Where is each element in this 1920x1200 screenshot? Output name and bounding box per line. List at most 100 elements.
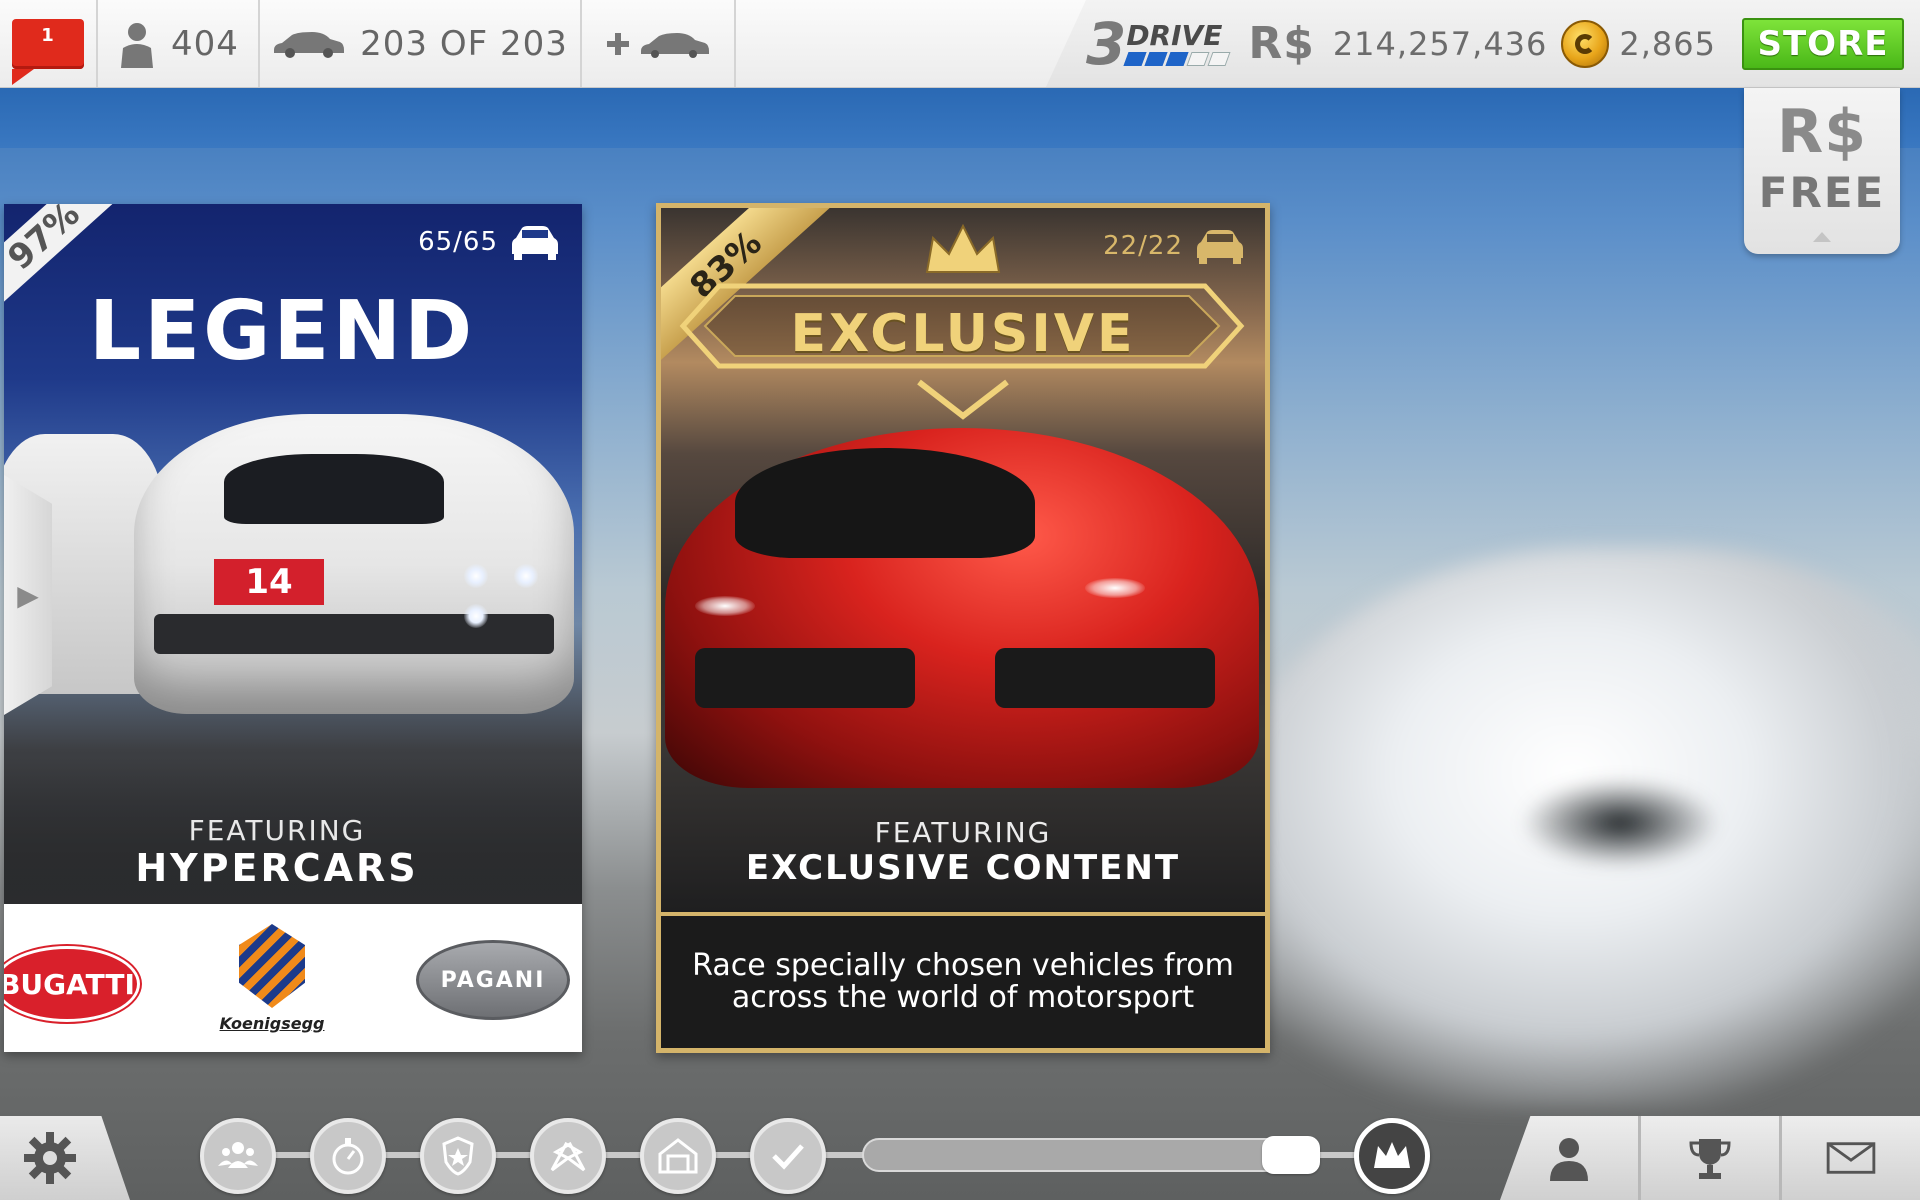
exclusive-car-count: 22/22	[1103, 228, 1245, 264]
tier-node-time-trial[interactable]	[310, 1118, 386, 1194]
exclusive-title: EXCLUSIVE	[790, 304, 1136, 364]
gold-coin-icon	[1561, 19, 1610, 68]
legend-car-count-value: 65/65	[418, 227, 498, 257]
bugatti-logo: BUGATTI	[4, 946, 140, 1022]
tier-node-race-flags[interactable]	[530, 1118, 606, 1194]
pagani-logo: PAGANI	[416, 940, 570, 1020]
drive-logo-word: DRIVE	[1126, 18, 1223, 52]
profile-button[interactable]	[1500, 1116, 1638, 1200]
koenigsegg-name: Koenigsegg	[219, 1014, 325, 1033]
drive-bar	[1186, 51, 1210, 66]
crown-icon	[1374, 1142, 1410, 1168]
garage-icon	[658, 1138, 698, 1174]
drive-logo-number: 3	[1085, 9, 1126, 78]
exclusive-car-image	[665, 428, 1259, 788]
store-button[interactable]: STORE	[1742, 17, 1904, 70]
car-lamp	[464, 564, 488, 588]
free-rs-currency: R$	[1777, 97, 1867, 167]
legend-series-card[interactable]: 14 97% 65/65 LEGEND FEATURING HYPERCARS …	[4, 204, 582, 1052]
exclusive-featuring-label: FEATURING	[874, 816, 1052, 849]
cars-owned-button[interactable]: 203 OF 203	[260, 0, 582, 87]
person-icon	[1550, 1138, 1588, 1181]
notification-count: 1	[41, 24, 55, 46]
scroll-left-tab[interactable]: ▶	[4, 475, 52, 715]
car-grill	[154, 614, 554, 654]
trophy-icon	[1689, 1139, 1731, 1179]
car-headlight	[695, 596, 755, 616]
chevron-down-icon	[917, 379, 1009, 420]
background-car-headlight	[1520, 778, 1720, 868]
shield-star-icon	[442, 1136, 474, 1176]
settings-button[interactable]	[0, 1116, 130, 1200]
tier-node-garage[interactable]	[640, 1118, 716, 1194]
tier-node-check[interactable]	[750, 1118, 826, 1194]
car-vent	[695, 648, 915, 708]
mail-button[interactable]	[1779, 1116, 1920, 1200]
drive-logo[interactable]: 3 DRIVE	[1085, 9, 1231, 78]
notification-flag-icon: 1	[12, 18, 84, 85]
drive-bar	[1144, 51, 1168, 66]
legend-title: LEGEND	[88, 284, 476, 379]
rs-balance: 214,257,436	[1332, 24, 1548, 63]
bottom-bar	[0, 1112, 1920, 1200]
drive-bar	[1207, 51, 1231, 66]
stopwatch-icon	[332, 1138, 364, 1175]
tier-node-community[interactable]	[200, 1118, 276, 1194]
drive-meter	[1123, 51, 1231, 66]
tier-scroll-track[interactable]	[862, 1138, 1320, 1172]
car-icon	[274, 31, 345, 58]
legend-hypercar-image: 14	[134, 414, 574, 714]
legend-brand-logos: BUGATTI Koenigsegg PAGANI	[4, 904, 582, 1052]
gear-icon	[24, 1132, 76, 1184]
legend-car-count: 65/65	[418, 224, 560, 260]
legend-featuring-value: HYPERCARS	[135, 846, 419, 890]
car-headlight	[1085, 578, 1145, 598]
driver-level-value: 404	[171, 23, 239, 64]
exclusive-description: Race specially chosen vehicles from acro…	[661, 912, 1265, 1048]
tier-scroll-thumb[interactable]	[1262, 1136, 1320, 1174]
currency-group: 3 DRIVE R$ 214,257,436 2,865 STORE	[1045, 0, 1920, 87]
group-icon	[218, 1142, 258, 1168]
check-icon	[772, 1144, 804, 1170]
car-windshield	[224, 454, 444, 524]
legend-featuring-label: FEATURING	[188, 814, 366, 847]
crown-icon	[925, 224, 1001, 273]
drive-logo-stack: DRIVE	[1123, 18, 1231, 66]
top-bar: 1 404 203 OF 203 3 DRIVE R$ 214,257,436 …	[0, 0, 1920, 88]
car-front-icon	[512, 226, 558, 260]
trophy-button[interactable]	[1638, 1116, 1779, 1200]
exclusive-featuring-value: EXCLUSIVE CONTENT	[745, 848, 1181, 888]
notifications-button[interactable]: 1	[0, 0, 98, 87]
social-buttons	[1500, 1116, 1920, 1200]
tier-node-legend-crown[interactable]	[1354, 1118, 1430, 1194]
drive-bar	[1123, 51, 1147, 66]
envelope-icon	[1826, 1142, 1876, 1174]
car-front-icon	[1197, 230, 1243, 264]
legend-card-art: 14 97% 65/65 LEGEND FEATURING HYPERCARS	[4, 204, 582, 904]
free-rs-label: FREE	[1758, 168, 1886, 217]
car-lamp	[464, 604, 488, 628]
sky-band	[0, 88, 1920, 148]
car-lamp	[514, 564, 538, 588]
rs-currency-label: R$	[1248, 18, 1315, 69]
driver-icon	[121, 22, 154, 68]
play-arrow-icon: ▶	[17, 578, 39, 612]
driver-level-button[interactable]: 404	[98, 0, 260, 87]
exclusive-car-count-value: 22/22	[1103, 231, 1183, 261]
exclusive-card-art: 83% 22/22 EXCLUSIVE FEATURING EXCLUSIVE …	[661, 208, 1265, 910]
add-car-button[interactable]	[582, 0, 736, 87]
koenigsegg-shield-icon	[239, 924, 305, 1008]
car-vent	[995, 648, 1215, 708]
race-flags-icon	[550, 1141, 586, 1172]
drive-bar	[1165, 51, 1189, 66]
car-cockpit	[735, 448, 1035, 558]
exclusive-series-card[interactable]: 83% 22/22 EXCLUSIVE FEATURING EXCLUSIVE …	[656, 203, 1270, 1053]
free-rs-tab[interactable]: R$ FREE	[1744, 88, 1900, 254]
car-number-plate: 14	[214, 559, 324, 605]
top-bar-spacer	[736, 0, 1046, 87]
cars-owned-value: 203 OF 203	[360, 23, 568, 64]
caret-up-icon	[1813, 232, 1831, 242]
tier-node-shield[interactable]	[420, 1118, 496, 1194]
gold-balance: 2,865	[1619, 24, 1716, 63]
plus-car-icon	[607, 32, 709, 58]
